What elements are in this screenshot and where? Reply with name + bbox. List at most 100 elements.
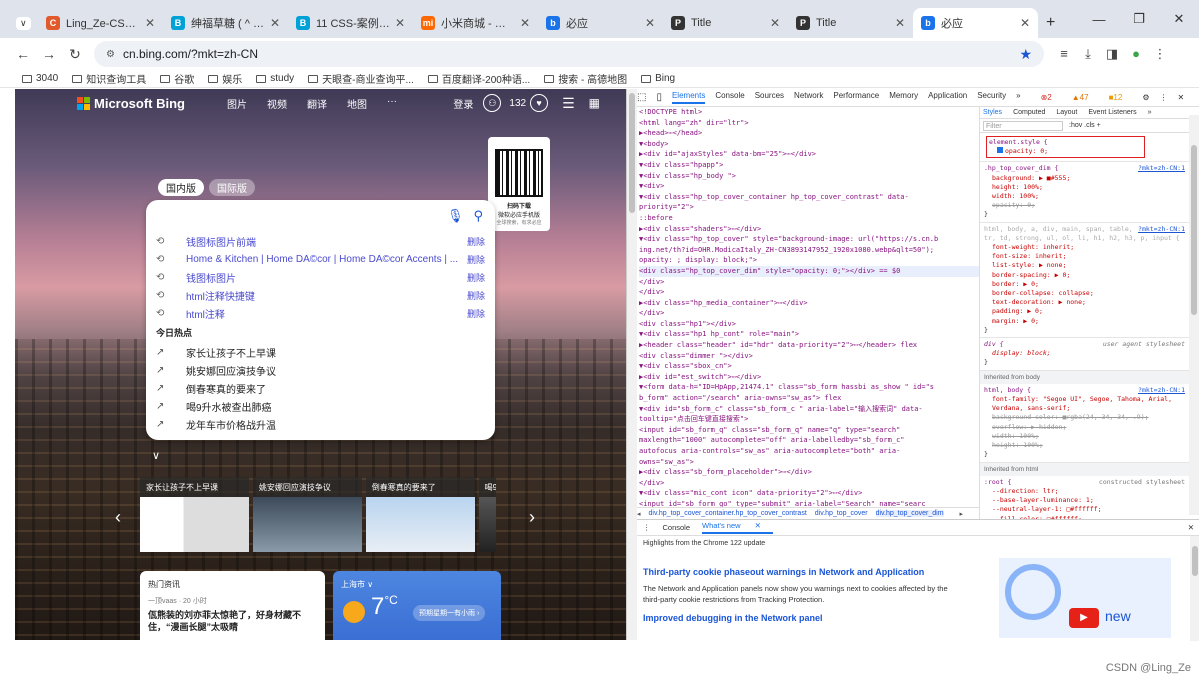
- dom-node-line[interactable]: priority="2">: [639, 202, 979, 213]
- carousel-next-icon[interactable]: ›: [529, 507, 535, 528]
- css-property[interactable]: --neutral-layer-1: □#ffffff;: [984, 505, 1185, 514]
- dom-node-line[interactable]: ▶<div class="hp_media_container">⋯</div>: [639, 298, 979, 309]
- page-scrollbar[interactable]: [627, 89, 637, 640]
- site-info-icon[interactable]: ⚙: [106, 49, 115, 60]
- dom-node-line[interactable]: b_form" action="/search" aria-owns="sw_a…: [639, 393, 979, 404]
- browser-tab[interactable]: B 11 CSS-案例: 小米商城 ✕: [288, 8, 413, 38]
- css-property[interactable]: width: 100%;: [984, 432, 1185, 441]
- devtools-tab[interactable]: »: [1016, 91, 1020, 104]
- browser-tab[interactable]: b 必应 ✕: [538, 8, 663, 38]
- new-tab-button[interactable]: +: [1038, 8, 1064, 38]
- bookmark-item[interactable]: 娱乐: [208, 71, 242, 86]
- dom-node-line[interactable]: ▶<div class="sb_form_placeholder">⋯</div…: [639, 467, 979, 478]
- history-text[interactable]: html注释: [186, 306, 461, 321]
- apps-grid-icon[interactable]: ▦: [589, 96, 600, 110]
- css-property[interactable]: padding: ▶ 0;: [984, 307, 1185, 316]
- close-tab-icon[interactable]: ✕: [755, 521, 761, 530]
- drawer-menu-icon[interactable]: ⋮: [643, 523, 651, 532]
- browser-tab[interactable]: B 绅福草糖 ( ^ - ^)つロ 干杯 ✕: [163, 8, 288, 38]
- history-delete-link[interactable]: 删除: [461, 289, 485, 302]
- dom-node-line[interactable]: ▼<div class="hp1 hp_cont" role="main">: [639, 329, 979, 340]
- dom-node-line[interactable]: maxlength="1000" autocomplete="off" aria…: [639, 435, 979, 446]
- css-property[interactable]: text-decoration: ▶ none;: [984, 298, 1185, 307]
- weather-forecast[interactable]: 预期星期一有小雨 ›: [413, 605, 486, 621]
- devtools-tab[interactable]: Memory: [889, 91, 918, 104]
- drawer-scroll-thumb[interactable]: [1192, 546, 1198, 576]
- browser-tab[interactable]: mi 小米商城 - 小米11, Redmi ✕: [413, 8, 538, 38]
- dom-node-line[interactable]: </div>: [639, 478, 979, 489]
- dom-node-line[interactable]: <!DOCTYPE html>: [639, 107, 979, 118]
- css-property[interactable]: font-weight: inherit;: [984, 243, 1185, 252]
- history-item[interactable]: ⟲ 钱图标图片前端 删除: [146, 232, 495, 250]
- news-card[interactable]: 姚安娜回应演技争议: [252, 477, 362, 552]
- browser-tab[interactable]: C Ling_Ze-CSDN博客 ✕: [38, 8, 163, 38]
- element-style-prop-text[interactable]: opacity: 0;: [1005, 147, 1048, 155]
- login-link[interactable]: 登录: [453, 96, 473, 111]
- dom-node-line[interactable]: ▶<div id="ajaxStyles" data-bm="25">⋯</di…: [639, 149, 979, 160]
- settings-gear-icon[interactable]: ⚙: [1142, 93, 1149, 102]
- bing-nav-item[interactable]: 地图: [347, 96, 367, 111]
- bookmark-item[interactable]: 3040: [22, 73, 58, 84]
- bing-logo[interactable]: Microsoft Bing: [77, 96, 185, 111]
- dom-node-line[interactable]: ing.net/th?id=OHR.ModicaItaly_ZH-CN38931…: [639, 245, 979, 256]
- inspect-icon[interactable]: ⬚: [637, 92, 646, 103]
- css-property[interactable]: background-color: ■rgba(24, 34, 34, .9);: [984, 413, 1185, 422]
- css-property[interactable]: list-style: ▶ none;: [984, 261, 1185, 270]
- devtools-tab[interactable]: Elements: [671, 91, 706, 104]
- bookmark-item[interactable]: 搜索 - 高德地图: [544, 71, 627, 86]
- dom-node-line[interactable]: </div>: [639, 308, 979, 319]
- dom-node-line[interactable]: ▼<div class="hpapp">: [639, 160, 979, 171]
- more-options-icon[interactable]: ⋮: [1159, 93, 1167, 102]
- history-item[interactable]: ⟲ 钱图标图片 删除: [146, 268, 495, 286]
- tab-close-icon[interactable]: ✕: [145, 16, 155, 30]
- css-property[interactable]: font-size: inherit;: [984, 252, 1185, 261]
- dom-node-line[interactable]: ▶<div id="est_switch">⋯</div>: [639, 372, 979, 383]
- download-icon[interactable]: ⤓: [1076, 46, 1100, 62]
- carousel-prev-icon[interactable]: ‹: [115, 507, 121, 528]
- dom-node-line[interactable]: ▼<form data-h="ID=HpApp,21474.1" class="…: [639, 382, 979, 393]
- dim-source-link[interactable]: ?mkt=zh-CN:1: [1138, 164, 1185, 173]
- bookmark-item[interactable]: 谷歌: [160, 71, 194, 86]
- dom-node-line[interactable]: ▼<div class="sbox_cn">: [639, 361, 979, 372]
- dom-node-line[interactable]: ▼<div class="hp_top_cover_container hp_t…: [639, 192, 979, 203]
- bookmark-item[interactable]: 百度翻译-200种语...: [427, 71, 530, 86]
- browser-tab[interactable]: b 必应 ✕: [913, 8, 1038, 38]
- hot-item[interactable]: ↗ 家长让孩子不上早课: [146, 343, 495, 361]
- styles-tab[interactable]: Computed: [1010, 108, 1045, 117]
- bookmark-star-icon[interactable]: ★: [1019, 46, 1032, 63]
- dom-node-line[interactable]: ▼<body>: [639, 139, 979, 150]
- css-property[interactable]: --base-layer-luminance: 1;: [984, 496, 1185, 505]
- side-panel-icon[interactable]: ◨: [1100, 46, 1124, 62]
- dom-node-line[interactable]: <input id="sb_form_q" class="sb_form_q" …: [639, 425, 979, 436]
- hot-text[interactable]: 家长让孩子不上早课: [186, 345, 276, 360]
- css-property[interactable]: border-collapse: collapse;: [984, 289, 1185, 298]
- dom-node-line[interactable]: owns="sw_as">: [639, 457, 979, 468]
- tab-close-icon[interactable]: ✕: [520, 16, 530, 30]
- bookmark-item[interactable]: 知识查询工具: [72, 71, 146, 86]
- forward-button[interactable]: →: [36, 46, 62, 62]
- styles-filter-input[interactable]: Filter: [983, 120, 1063, 131]
- bookmark-item[interactable]: 天眼查-商业查询平...: [308, 71, 414, 86]
- devtools-tab[interactable]: Network: [794, 91, 823, 104]
- rewards-icon[interactable]: ♥: [530, 94, 549, 112]
- history-item[interactable]: ⟲ Home & Kitchen | Home DÃ©cor | Home DÃ©…: [146, 250, 495, 268]
- info-count[interactable]: ■12: [1109, 93, 1133, 102]
- bookmark-item[interactable]: Bing: [641, 73, 675, 84]
- history-item[interactable]: ⟲ html注释快捷键 删除: [146, 286, 495, 304]
- devtools-tab[interactable]: Sources: [755, 91, 784, 104]
- dom-node-line[interactable]: <div class="hp1"></div>: [639, 319, 979, 330]
- dom-node-line[interactable]: ▼<div class="mic_cont icon" data-priorit…: [639, 488, 979, 499]
- restore-button[interactable]: ❐: [1119, 11, 1159, 27]
- drawer-tab-whats-new[interactable]: What's new ✕: [702, 521, 773, 534]
- minimize-button[interactable]: —: [1079, 12, 1119, 27]
- app-qr-card[interactable]: 扫码下载 微软必应手机版 全球搜索，有求必应: [488, 137, 550, 231]
- rewards-points[interactable]: 132: [509, 98, 526, 109]
- hot-item[interactable]: ↗ 倒春寒真的要来了: [146, 379, 495, 397]
- profile-icon[interactable]: ●: [1124, 46, 1148, 62]
- reset-source-link[interactable]: ?mkt=zh-CN:1: [1138, 225, 1185, 234]
- styles-tab[interactable]: Event Listeners: [1085, 108, 1136, 117]
- dom-node-line[interactable]: opacity: ; display: block;">: [639, 255, 979, 266]
- hot-news-card[interactable]: 热门资讯 一顶vaas · 20 小时 佤熊装的刘亦菲太惊艳了，好身材藏不住，“…: [140, 571, 325, 640]
- elements-tree[interactable]: <!DOCTYPE html> <html lang="zh" dir="ltr"…: [639, 107, 979, 507]
- css-property[interactable]: height: 100%;: [984, 183, 1185, 192]
